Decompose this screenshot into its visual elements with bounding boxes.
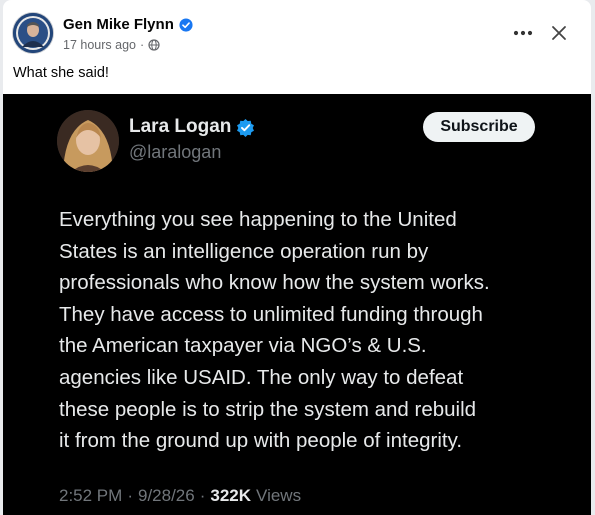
tweet-body-line: States is an intelligence operation run … <box>59 239 429 263</box>
tweet-author-handle: @laralogan <box>129 142 222 162</box>
subscribe-button: Subscribe <box>423 112 535 142</box>
close-icon <box>552 26 566 40</box>
post-header: Gen Mike Flynn 17 hours ago · <box>13 13 581 57</box>
tweet-meta: 2:52 PM · 9/28/26 · 322K Views <box>59 486 301 506</box>
author-avatar[interactable] <box>13 13 53 53</box>
tweet-body: Everything you see happening to the Unit… <box>59 204 559 457</box>
tweet-meta-separator: · <box>127 486 133 505</box>
tweet-views-label: Views <box>256 486 302 505</box>
tweet-time: 2:52 PM <box>59 486 123 505</box>
author-line: Gen Mike Flynn <box>63 16 193 33</box>
more-options-button[interactable] <box>509 19 537 47</box>
author-avatar-image <box>13 13 53 53</box>
tweet-body-line: professionals who know how the system wo… <box>59 271 490 295</box>
tweet-views-count: 322K <box>210 486 252 505</box>
tweet-body-line: the American taxpayer via NGO’s & U.S. <box>59 334 427 358</box>
embedded-tweet-image[interactable]: Lara Logan @laralogan Subscribe Everythi… <box>3 94 591 515</box>
tweet-body-line: They have access to unlimited funding th… <box>59 302 483 326</box>
tweet-author-avatar-image <box>57 110 119 172</box>
facebook-post-card: Gen Mike Flynn 17 hours ago · What she s… <box>3 0 591 515</box>
meta-separator: · <box>139 38 145 52</box>
globe-icon <box>148 39 160 51</box>
tweet-date: 9/28/26 <box>137 486 195 505</box>
post-meta: 17 hours ago · <box>63 38 160 52</box>
verified-badge-icon <box>237 118 255 137</box>
post-text: What she said! <box>13 65 109 81</box>
tweet-body-line: Everything you see happening to the Unit… <box>59 208 457 231</box>
more-options-icon <box>513 30 533 36</box>
verified-badge-icon <box>179 17 193 32</box>
author-name[interactable]: Gen Mike Flynn <box>63 16 174 33</box>
tweet-body-line: agencies like USAID. The only way to def… <box>59 365 464 389</box>
close-button[interactable] <box>545 19 573 47</box>
tweet-body-line: it from the ground up with people of int… <box>59 429 463 453</box>
tweet-author-avatar <box>57 110 119 172</box>
post-timestamp[interactable]: 17 hours ago <box>63 38 136 52</box>
tweet-meta-separator: · <box>199 486 206 505</box>
tweet-author-line: Lara Logan <box>129 116 255 138</box>
tweet-body-line: these people is to strip the system and … <box>59 397 477 421</box>
tweet-author-name: Lara Logan <box>129 116 232 137</box>
